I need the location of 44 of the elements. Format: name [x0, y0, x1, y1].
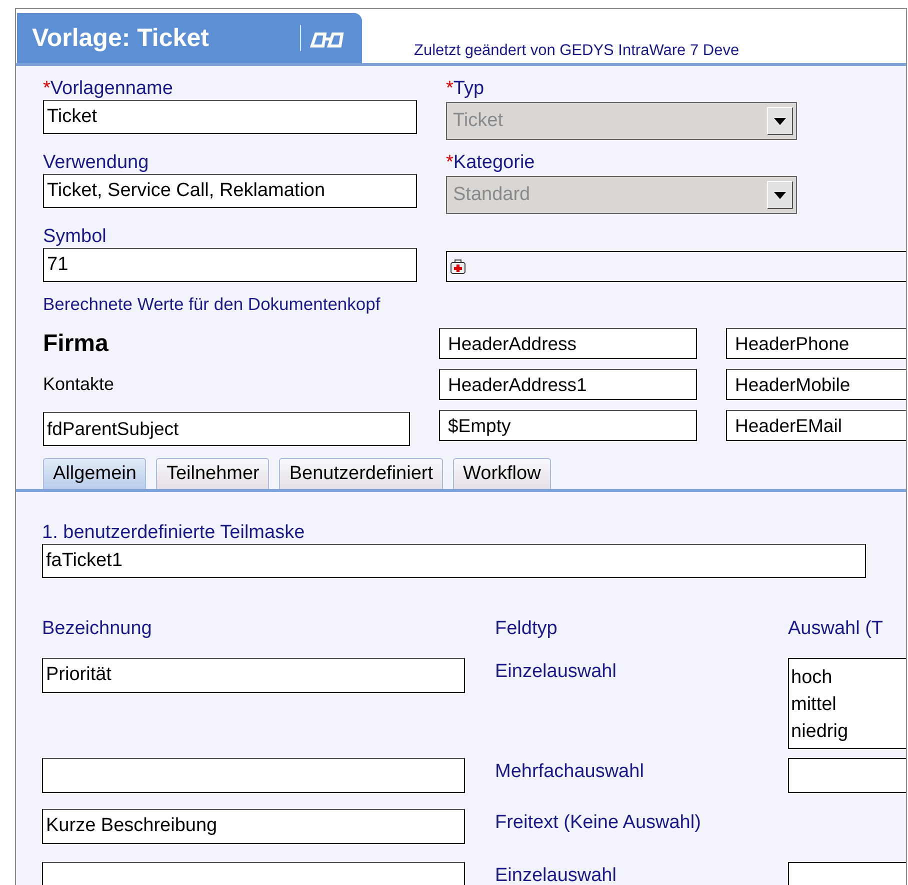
choices-list[interactable]: hoch mittel niedrig: [788, 658, 906, 749]
input-field[interactable]: Ticket, Service Call, Reklamation: [43, 174, 417, 208]
section-title: Berechnete Werte für den Dokumentenkopf: [43, 294, 382, 315]
column-header: Feldtyp: [495, 618, 558, 641]
column-header: Auswahl (T: [788, 618, 884, 641]
modified-by-text: Zuletzt geändert von GEDYS IntraWare 7 Deve: [414, 42, 740, 61]
field-label: Symbol: [43, 226, 108, 248]
form-title: Vorlage: Ticket: [32, 24, 210, 52]
input-field[interactable]: fdParentSubject: [43, 412, 410, 446]
input-field[interactable]: Priorität: [42, 658, 465, 693]
tab[interactable]: Allgemein: [43, 458, 146, 489]
input-field[interactable]: $Empty: [439, 410, 697, 441]
caret-icon: [774, 192, 786, 198]
column-header: Bezeichnung: [42, 618, 153, 641]
field-label: 1. benutzerdefinierte Teilmaske: [42, 522, 306, 544]
input-field[interactable]: [42, 758, 465, 793]
field-label: *Kategorie: [446, 152, 536, 174]
row-label: Kontakte: [43, 374, 114, 395]
tab[interactable]: Teilnehmer: [156, 458, 270, 489]
input-field[interactable]: HeaderPhone: [726, 328, 906, 359]
list-item[interactable]: mittel: [791, 691, 906, 718]
input-field[interactable]: Ticket: [43, 100, 417, 134]
list-item[interactable]: niedrig: [791, 718, 906, 745]
field-type: Einzelauswahl: [495, 865, 618, 885]
input-field[interactable]: HeaderMobile: [726, 369, 906, 400]
row-label: Firma: [43, 330, 108, 358]
field-type: Freitext (Keine Auswahl): [495, 812, 702, 834]
symbol-preview-field[interactable]: [446, 251, 906, 282]
field-label: *Typ: [446, 78, 486, 100]
field-type: Einzelauswahl: [495, 661, 618, 683]
input-field[interactable]: HeaderAddress1: [439, 369, 697, 400]
field-type: Mehrfachauswahl: [495, 761, 645, 783]
input-field[interactable]: Kurze Beschreibung: [42, 809, 465, 844]
field-label: *Vorlagenname: [43, 78, 174, 100]
list-item[interactable]: hoch: [791, 664, 906, 691]
input-field[interactable]: HeaderEMail: [726, 410, 906, 441]
caret-icon: [774, 118, 786, 124]
first-aid-icon: [450, 258, 466, 274]
tab[interactable]: Workflow: [453, 458, 551, 489]
tab[interactable]: Benutzerdefiniert: [279, 458, 444, 489]
field-label: Verwendung: [43, 152, 150, 174]
input-field[interactable]: faTicket1: [42, 544, 866, 578]
input-field[interactable]: HeaderAddress: [439, 328, 697, 359]
input-field[interactable]: 71: [43, 248, 417, 282]
